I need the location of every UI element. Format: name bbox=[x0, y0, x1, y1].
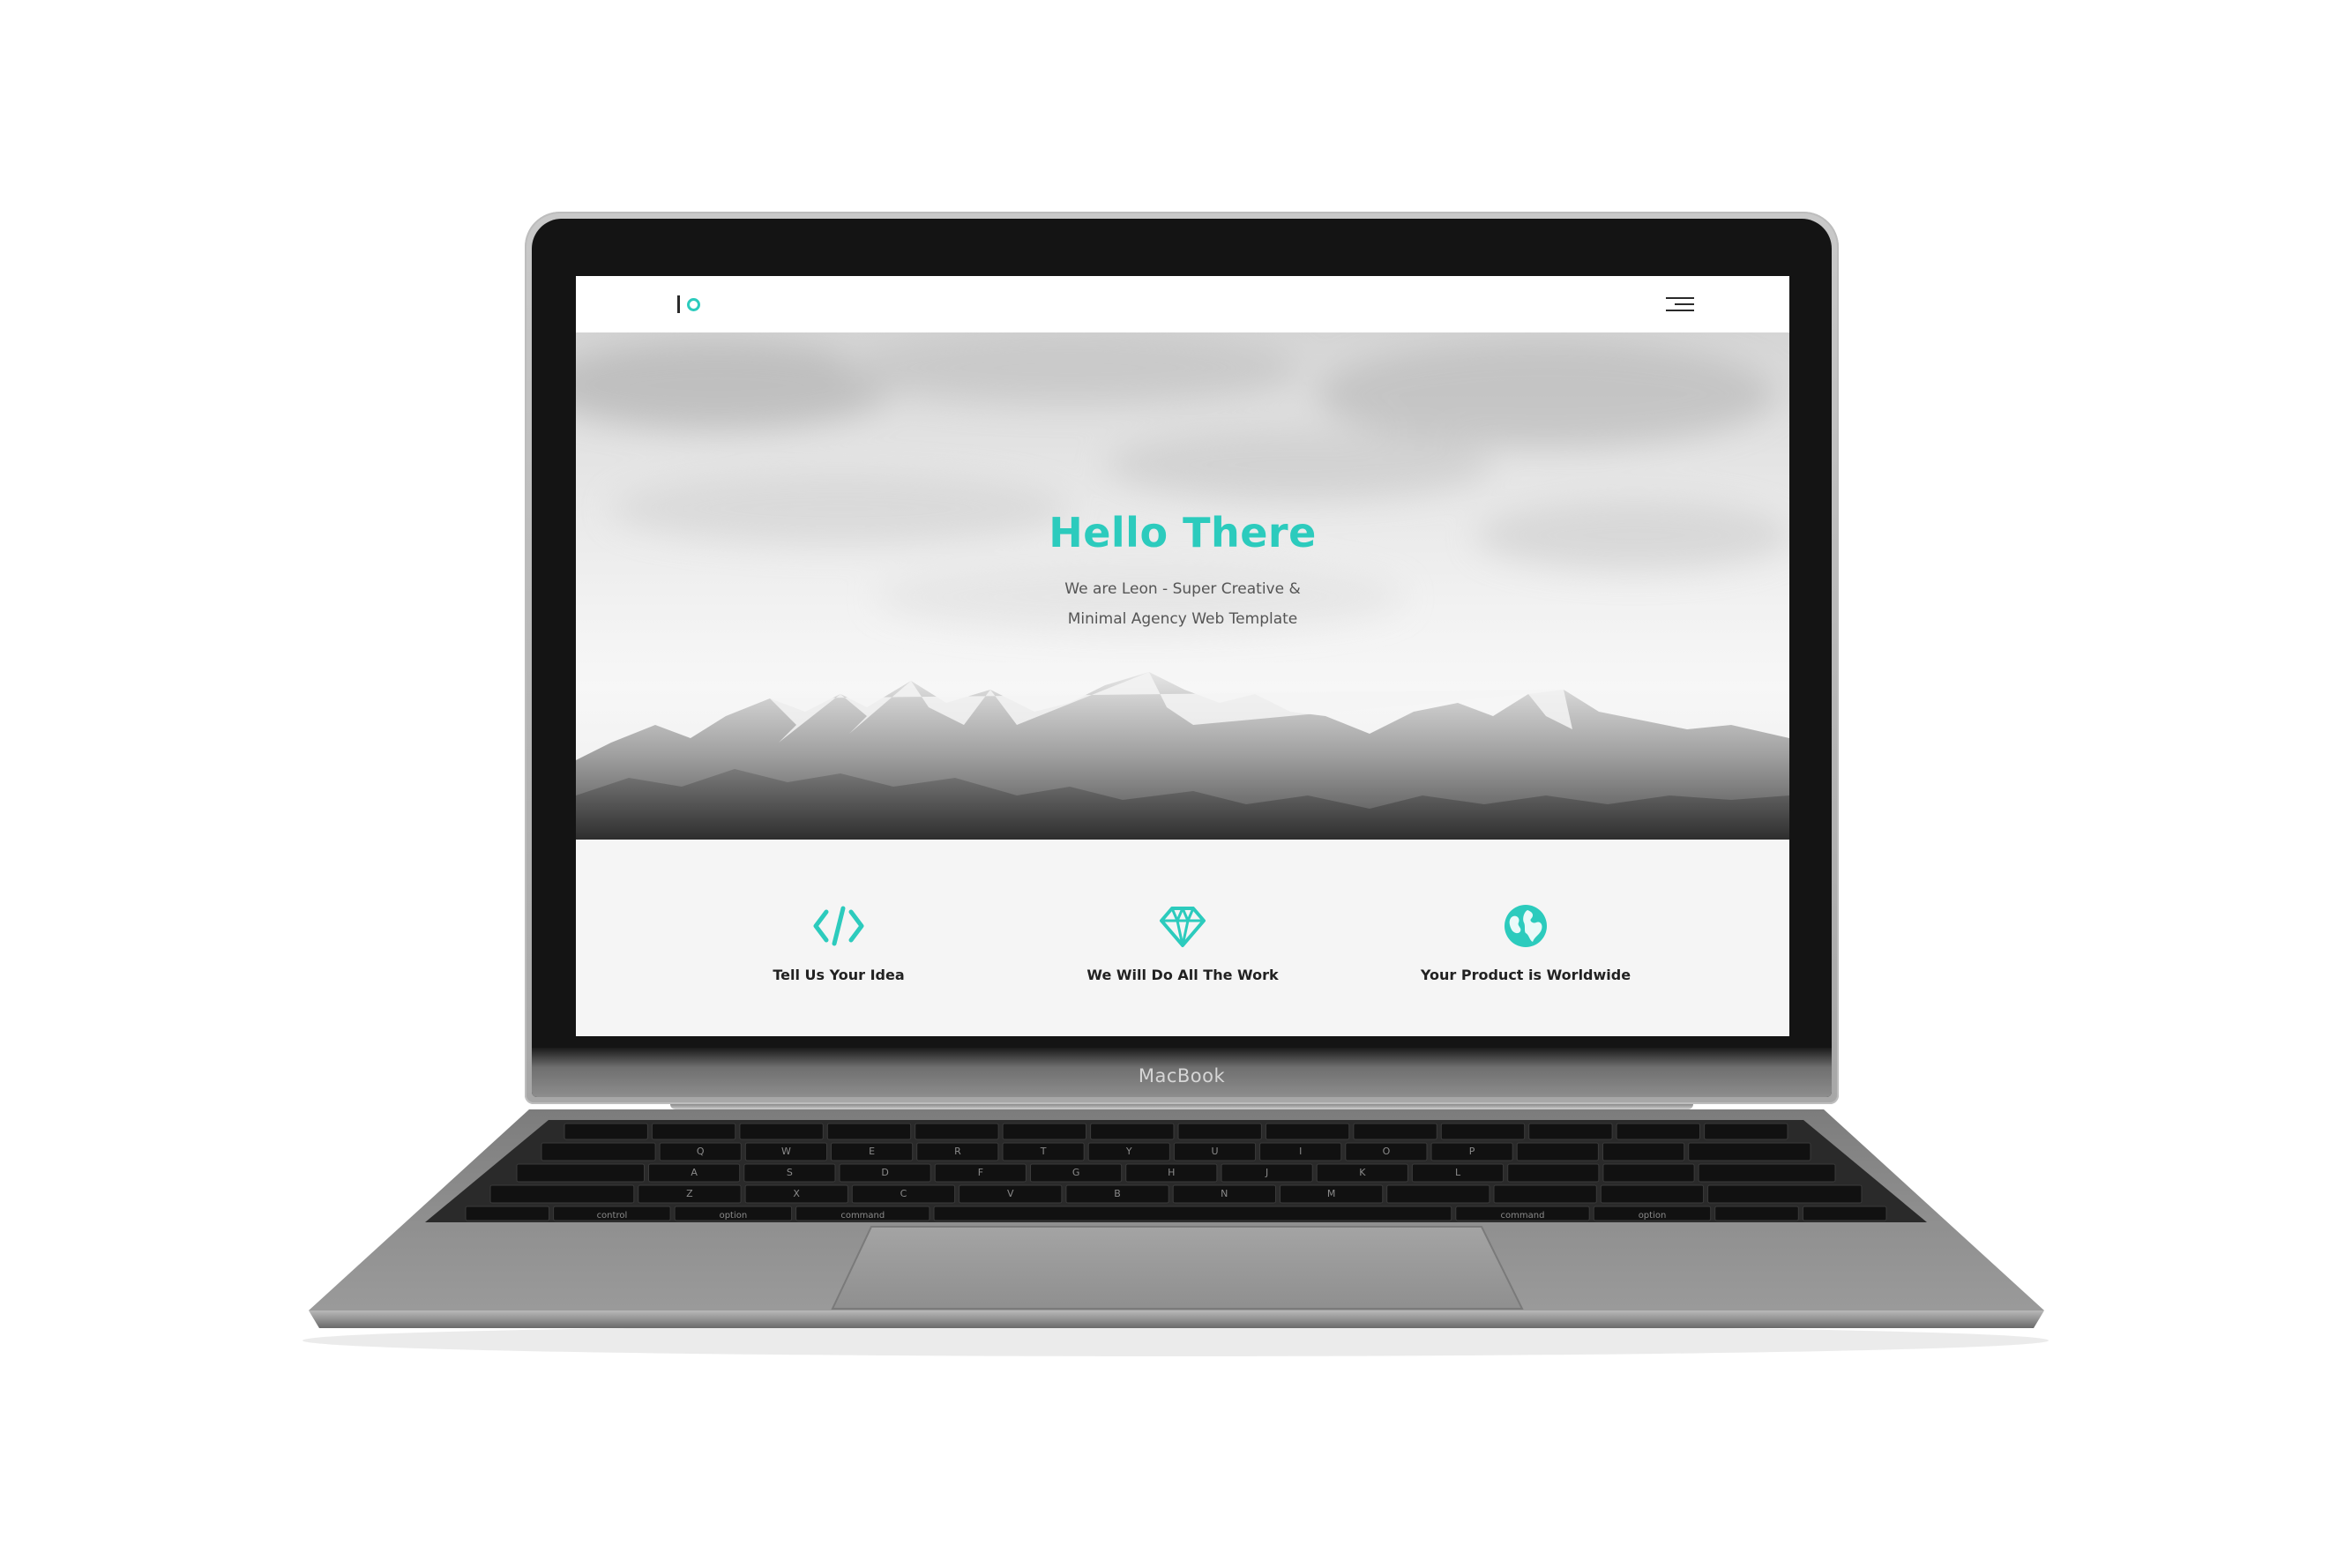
keyboard-key bbox=[1386, 1184, 1490, 1204]
feature-we-will-do-all-the-work: We Will Do All The Work bbox=[1042, 901, 1324, 983]
brand-label: MacBook bbox=[1138, 1065, 1226, 1086]
key-label: I bbox=[1299, 1146, 1302, 1157]
globe-icon bbox=[1499, 901, 1552, 951]
key-label: P bbox=[1469, 1146, 1475, 1157]
keyboard-key bbox=[933, 1206, 1452, 1221]
key-label: option bbox=[720, 1211, 748, 1221]
feature-your-product-is-worldwide: Your Product is Worldwide bbox=[1385, 901, 1667, 983]
trackpad bbox=[831, 1226, 1524, 1310]
keyboard-key bbox=[915, 1123, 999, 1140]
keyboard-key bbox=[465, 1206, 550, 1221]
key-label: A bbox=[691, 1167, 698, 1178]
keyboard-key bbox=[739, 1123, 824, 1140]
keyboard-key bbox=[1688, 1142, 1811, 1161]
key-label: Q bbox=[697, 1146, 705, 1157]
key-label: R bbox=[954, 1146, 961, 1157]
key-label: O bbox=[1383, 1146, 1391, 1157]
key-label: W bbox=[781, 1146, 791, 1157]
keyboard-key bbox=[1353, 1123, 1437, 1140]
keyboard-key bbox=[1802, 1206, 1887, 1221]
key-label: N bbox=[1221, 1188, 1228, 1199]
keyboard-key bbox=[1707, 1184, 1863, 1204]
io-logo[interactable] bbox=[677, 294, 700, 315]
key-label: U bbox=[1211, 1146, 1218, 1157]
keyboard-key bbox=[489, 1184, 635, 1204]
key-label: T bbox=[1040, 1146, 1047, 1157]
keyboard-key bbox=[1602, 1142, 1685, 1161]
hamburger-menu-icon[interactable] bbox=[1666, 295, 1694, 313]
hero-title: Hello There bbox=[1049, 509, 1317, 556]
keyboard-key bbox=[1265, 1123, 1350, 1140]
key-label: E bbox=[869, 1146, 875, 1157]
hero-subtitle: We are Leon - Super Creative & Minimal A… bbox=[576, 574, 1789, 634]
keyboard-key bbox=[1528, 1123, 1613, 1140]
diamond-icon bbox=[1156, 901, 1209, 951]
keyboard-key bbox=[1507, 1163, 1600, 1183]
keyboard-key bbox=[1090, 1123, 1175, 1140]
key-label: G bbox=[1072, 1167, 1080, 1178]
site-header bbox=[576, 276, 1789, 332]
code-icon bbox=[812, 901, 865, 951]
feature-label: We Will Do All The Work bbox=[1086, 967, 1279, 983]
keyboard-key bbox=[1177, 1123, 1262, 1140]
keyboard-key bbox=[564, 1123, 648, 1140]
key-label: C bbox=[900, 1188, 907, 1199]
keyboard-key bbox=[1704, 1123, 1788, 1140]
key-label: control bbox=[597, 1211, 628, 1221]
keyboard-key bbox=[826, 1123, 912, 1140]
key-label: command bbox=[1501, 1211, 1545, 1221]
mountain-range-image bbox=[576, 672, 1789, 840]
keyboard-key bbox=[1002, 1123, 1086, 1140]
key-label: S bbox=[787, 1167, 793, 1178]
keyboard-key bbox=[1600, 1184, 1705, 1204]
key-label: F bbox=[978, 1167, 983, 1178]
key-label: X bbox=[793, 1188, 800, 1199]
keyboard-key bbox=[1440, 1123, 1526, 1140]
keyboard-key bbox=[1616, 1123, 1700, 1140]
bezel-chin: MacBook bbox=[532, 1048, 1832, 1097]
keyboard-key bbox=[651, 1123, 736, 1140]
key-label: Z bbox=[686, 1188, 693, 1199]
mockup-stage: Q W E R T Y U I O P A S D F G H J K L Z X C V B N Mcontrol option c… bbox=[0, 0, 2352, 1568]
key-label: option bbox=[1639, 1211, 1667, 1221]
key-label: B bbox=[1114, 1188, 1121, 1199]
hero-subtitle-line-1: We are Leon - Super Creative & bbox=[1064, 580, 1301, 598]
feature-label: Your Product is Worldwide bbox=[1420, 967, 1631, 983]
feature-label: Tell Us Your Idea bbox=[773, 967, 905, 983]
keyboard-key bbox=[516, 1163, 645, 1183]
hero-text: Hello There We are Leon - Super Creative… bbox=[576, 509, 1789, 634]
screen: Hello There We are Leon - Super Creative… bbox=[576, 276, 1789, 1036]
key-label: command bbox=[840, 1211, 885, 1221]
feature-tell-us-your-idea: Tell Us Your Idea bbox=[698, 901, 980, 983]
keyboard-key bbox=[1602, 1163, 1695, 1183]
hinge bbox=[670, 1104, 1693, 1109]
keyboard-key bbox=[1714, 1206, 1799, 1221]
key-label: D bbox=[881, 1167, 888, 1178]
key-label: H bbox=[1168, 1167, 1175, 1178]
keyboard-key bbox=[1698, 1163, 1836, 1183]
hero-subtitle-line-2: Minimal Agency Web Template bbox=[1067, 610, 1298, 628]
hero-section: Hello There We are Leon - Super Creative… bbox=[576, 332, 1789, 840]
logo-bar bbox=[677, 295, 680, 313]
features-section: Tell Us Your Idea We Will Do All The Wor… bbox=[576, 840, 1789, 1036]
key-label: Y bbox=[1125, 1146, 1132, 1157]
key-label: L bbox=[1455, 1167, 1461, 1178]
keyboard-key bbox=[541, 1142, 656, 1161]
logo-ring bbox=[687, 297, 700, 311]
key-label: J bbox=[1265, 1167, 1268, 1178]
key-label: M bbox=[1327, 1188, 1336, 1199]
keyboard-key bbox=[1493, 1184, 1597, 1204]
key-label: K bbox=[1359, 1167, 1366, 1178]
key-label: V bbox=[1007, 1188, 1014, 1199]
keyboard-key bbox=[1516, 1142, 1599, 1161]
